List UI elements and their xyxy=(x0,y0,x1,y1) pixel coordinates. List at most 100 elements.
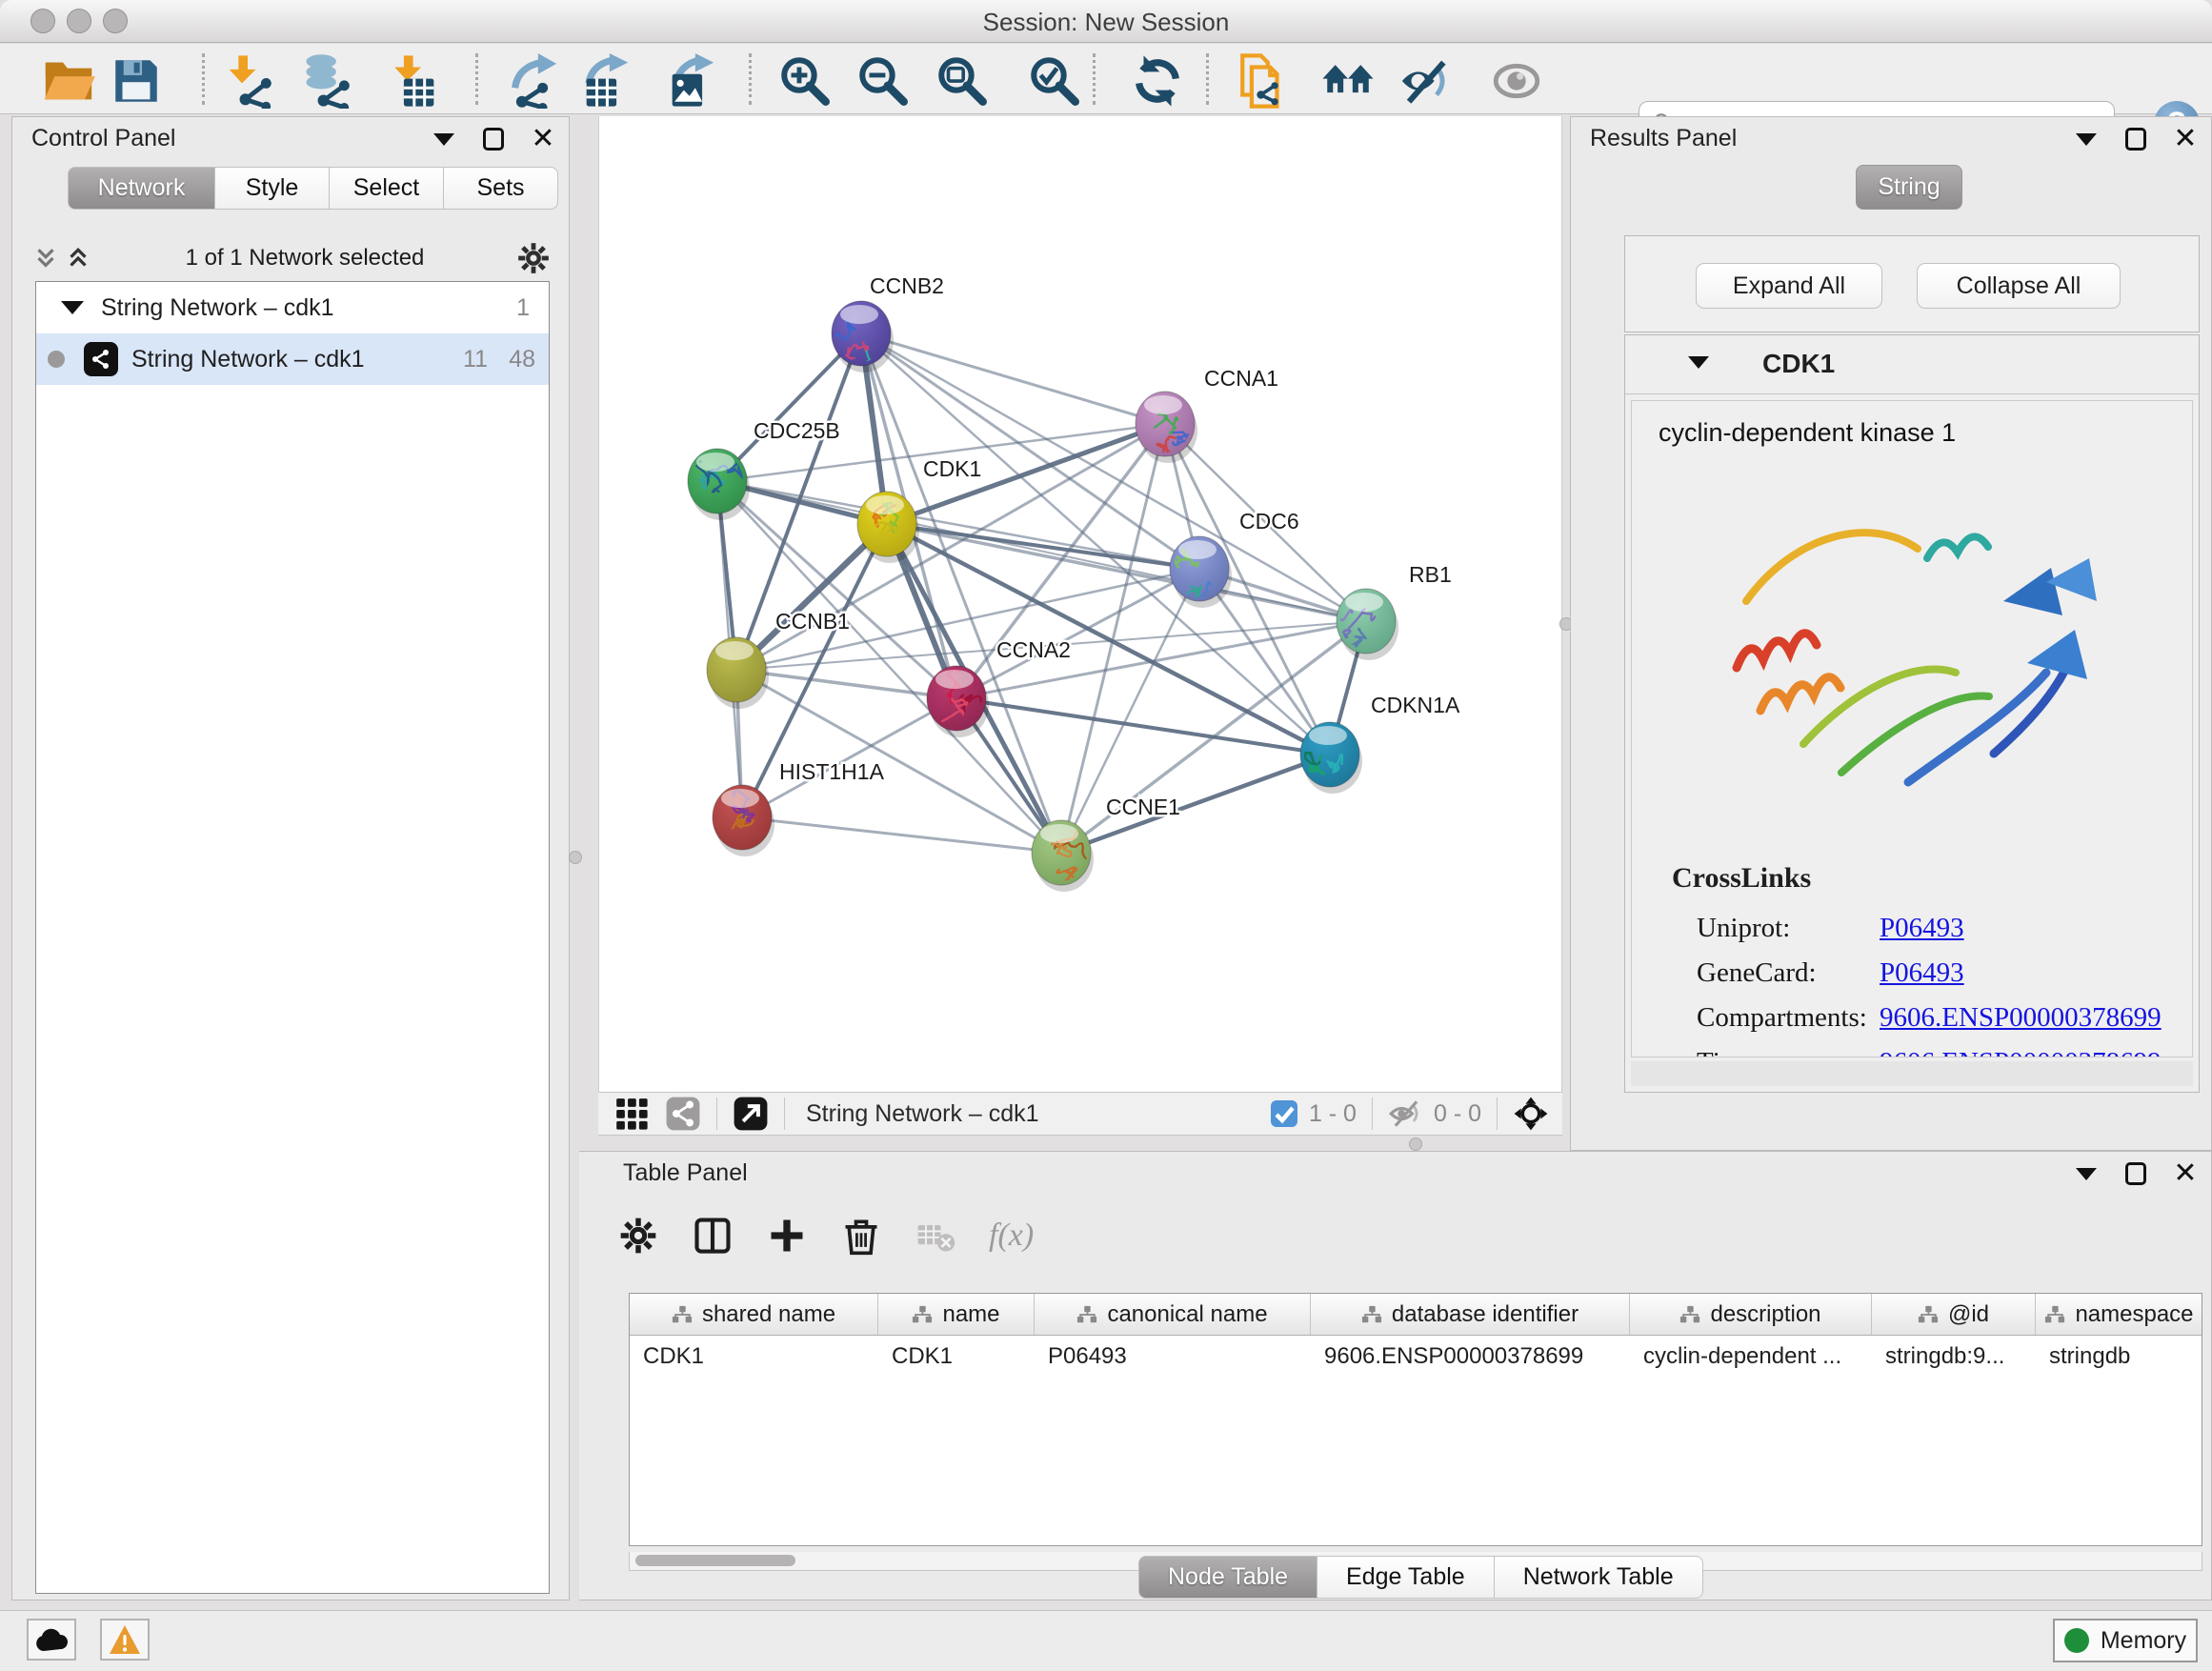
collapse-all-button[interactable]: Collapse All xyxy=(1917,263,2121,309)
network-graph[interactable]: CCNB2CCNA1CDC25BCDK1CDC6RB1CCNB1CCNA2CDK… xyxy=(599,116,1561,1090)
scrollbar-thumb[interactable] xyxy=(635,1555,795,1566)
grid-view-icon[interactable] xyxy=(613,1096,650,1132)
node-table[interactable]: shared name namecanonical namedatabase id… xyxy=(629,1293,2202,1546)
import-table-icon[interactable] xyxy=(388,53,443,109)
left-splitter-handle[interactable] xyxy=(569,851,582,864)
node-label: CDC6 xyxy=(1239,509,1299,534)
export-image-icon[interactable] xyxy=(663,53,718,109)
network-list: String Network – cdk1 1 String Network –… xyxy=(35,281,550,1594)
collapse-panel-icon[interactable] xyxy=(2074,1161,2099,1186)
tab-edge-table[interactable]: Edge Table xyxy=(1317,1556,1495,1599)
close-panel-icon[interactable]: ✕ xyxy=(531,127,555,151)
first-neighbors-icon[interactable] xyxy=(1320,53,1376,109)
warnings-button[interactable] xyxy=(100,1619,150,1661)
save-session-icon[interactable] xyxy=(109,53,164,109)
column-header-description[interactable]: description xyxy=(1630,1294,1872,1335)
tab-network-table[interactable]: Network Table xyxy=(1495,1556,1703,1599)
column-header-canonical-name[interactable]: canonical name xyxy=(1035,1294,1311,1335)
node-ccnb2[interactable]: CCNB2 xyxy=(825,273,944,382)
close-panel-icon[interactable]: ✕ xyxy=(2173,127,2198,151)
clone-network-icon[interactable] xyxy=(1236,53,1291,109)
zoom-in-icon[interactable] xyxy=(777,53,833,109)
zoom-selected-icon[interactable] xyxy=(1027,53,1082,109)
edge[interactable] xyxy=(742,698,956,817)
edge[interactable] xyxy=(742,817,1061,853)
edge[interactable] xyxy=(861,333,1061,853)
node-label: CDC25B xyxy=(754,418,840,443)
edge[interactable] xyxy=(736,670,956,698)
table-row[interactable]: CDK1CDK1P064939606.ENSP00000378699cyclin… xyxy=(630,1336,2202,1378)
control-panel-header: Control Panel ✕ xyxy=(12,117,569,157)
import-network-file-icon[interactable] xyxy=(220,53,275,109)
close-panel-icon[interactable]: ✕ xyxy=(2173,1161,2198,1186)
column-header--id[interactable]: @id xyxy=(1872,1294,2036,1335)
warning-icon xyxy=(109,1624,141,1655)
crosslink-link[interactable]: 9606.ENSP00000378699 xyxy=(1880,1002,2162,1034)
network-canvas[interactable]: CCNB2CCNA1CDC25BCDK1CDC6RB1CCNB1CCNA2CDK… xyxy=(598,116,1562,1092)
apply-layout-icon[interactable] xyxy=(1130,53,1185,109)
collapse-panel-icon[interactable] xyxy=(432,127,456,151)
bottom-splitter-handle[interactable] xyxy=(1409,1137,1422,1151)
node-label: RB1 xyxy=(1409,562,1452,587)
hidden-eye-icon[interactable] xyxy=(1388,1096,1424,1132)
export-table-icon[interactable] xyxy=(577,53,633,109)
expand-all-networks-icon[interactable] xyxy=(30,244,62,272)
hide-selected-icon[interactable] xyxy=(1398,53,1453,109)
collapse-all-networks-icon[interactable] xyxy=(62,244,94,272)
network-view-icon[interactable] xyxy=(665,1096,701,1132)
memory-button[interactable]: Memory xyxy=(2053,1619,2198,1662)
node-ccne1[interactable]: CCNE1 xyxy=(1032,795,1180,892)
zoom-out-icon[interactable] xyxy=(855,53,911,109)
crosslink-row: Tissues:9606.ENSP00000378699 xyxy=(1697,1040,2173,1057)
float-panel-icon[interactable] xyxy=(2123,1161,2148,1186)
open-session-icon[interactable] xyxy=(41,53,96,109)
float-panel-icon[interactable] xyxy=(481,127,506,151)
column-header-namespace[interactable]: namespace xyxy=(2036,1294,2202,1335)
show-columns-icon[interactable] xyxy=(692,1215,734,1257)
column-label: shared name xyxy=(702,1301,835,1328)
tab-sets[interactable]: Sets xyxy=(444,167,558,210)
birds-eye-view-icon[interactable] xyxy=(1513,1096,1549,1132)
selected-checkbox-icon[interactable] xyxy=(1269,1098,1299,1129)
column-label: @id xyxy=(1948,1301,1989,1328)
show-all-icon[interactable] xyxy=(1489,53,1544,109)
node-ccna1[interactable]: CCNA1 xyxy=(1136,366,1278,463)
zoom-fit-icon[interactable] xyxy=(935,53,990,109)
crosslink-link[interactable]: P06493 xyxy=(1880,957,1964,989)
detach-view-icon[interactable] xyxy=(733,1096,769,1132)
toolbar-separator xyxy=(1372,1097,1373,1130)
export-network-icon[interactable] xyxy=(506,53,561,109)
collapse-entry-icon[interactable] xyxy=(1688,356,1709,369)
import-network-database-icon[interactable] xyxy=(298,53,353,109)
collapse-panel-icon[interactable] xyxy=(2074,127,2099,151)
crosslink-link[interactable]: 9606.ENSP00000378699 xyxy=(1880,1047,2162,1057)
expand-all-button[interactable]: Expand All xyxy=(1696,263,1882,309)
status-bar: Memory xyxy=(0,1610,2212,1671)
tab-string[interactable]: String xyxy=(1856,165,1962,210)
edge[interactable] xyxy=(956,569,1199,698)
selected-count: 1 - 0 xyxy=(1309,1100,1357,1128)
window-title: Session: New Session xyxy=(0,8,2212,37)
tab-select[interactable]: Select xyxy=(330,167,444,210)
current-network-dot xyxy=(48,351,65,368)
add-column-icon[interactable] xyxy=(766,1215,808,1257)
network-collection-row[interactable]: String Network – cdk1 1 xyxy=(36,282,549,333)
crosslink-link[interactable]: P06493 xyxy=(1880,913,1964,944)
cloud-status-button[interactable] xyxy=(27,1619,76,1661)
delete-column-icon[interactable] xyxy=(840,1215,882,1257)
column-header-shared-name[interactable]: shared name xyxy=(630,1294,878,1335)
float-panel-icon[interactable] xyxy=(2123,127,2148,151)
node-cdk1[interactable]: CDK1 xyxy=(857,456,981,563)
result-card-scrollbar[interactable] xyxy=(1631,1061,2193,1086)
tab-style[interactable]: Style xyxy=(215,167,330,210)
table-options-gear-icon[interactable] xyxy=(617,1215,659,1257)
expander-icon[interactable] xyxy=(61,301,84,314)
result-card-header[interactable]: CDK1 xyxy=(1625,335,2199,394)
network-options-gear-icon[interactable] xyxy=(515,240,552,276)
column-header-database-identifier[interactable]: database identifier xyxy=(1311,1294,1630,1335)
column-header-name[interactable]: name xyxy=(878,1294,1035,1335)
edge[interactable] xyxy=(861,333,1165,424)
network-row[interactable]: String Network – cdk1 11 48 xyxy=(36,333,549,385)
tab-network[interactable]: Network xyxy=(68,167,215,210)
tab-node-table[interactable]: Node Table xyxy=(1138,1556,1317,1599)
